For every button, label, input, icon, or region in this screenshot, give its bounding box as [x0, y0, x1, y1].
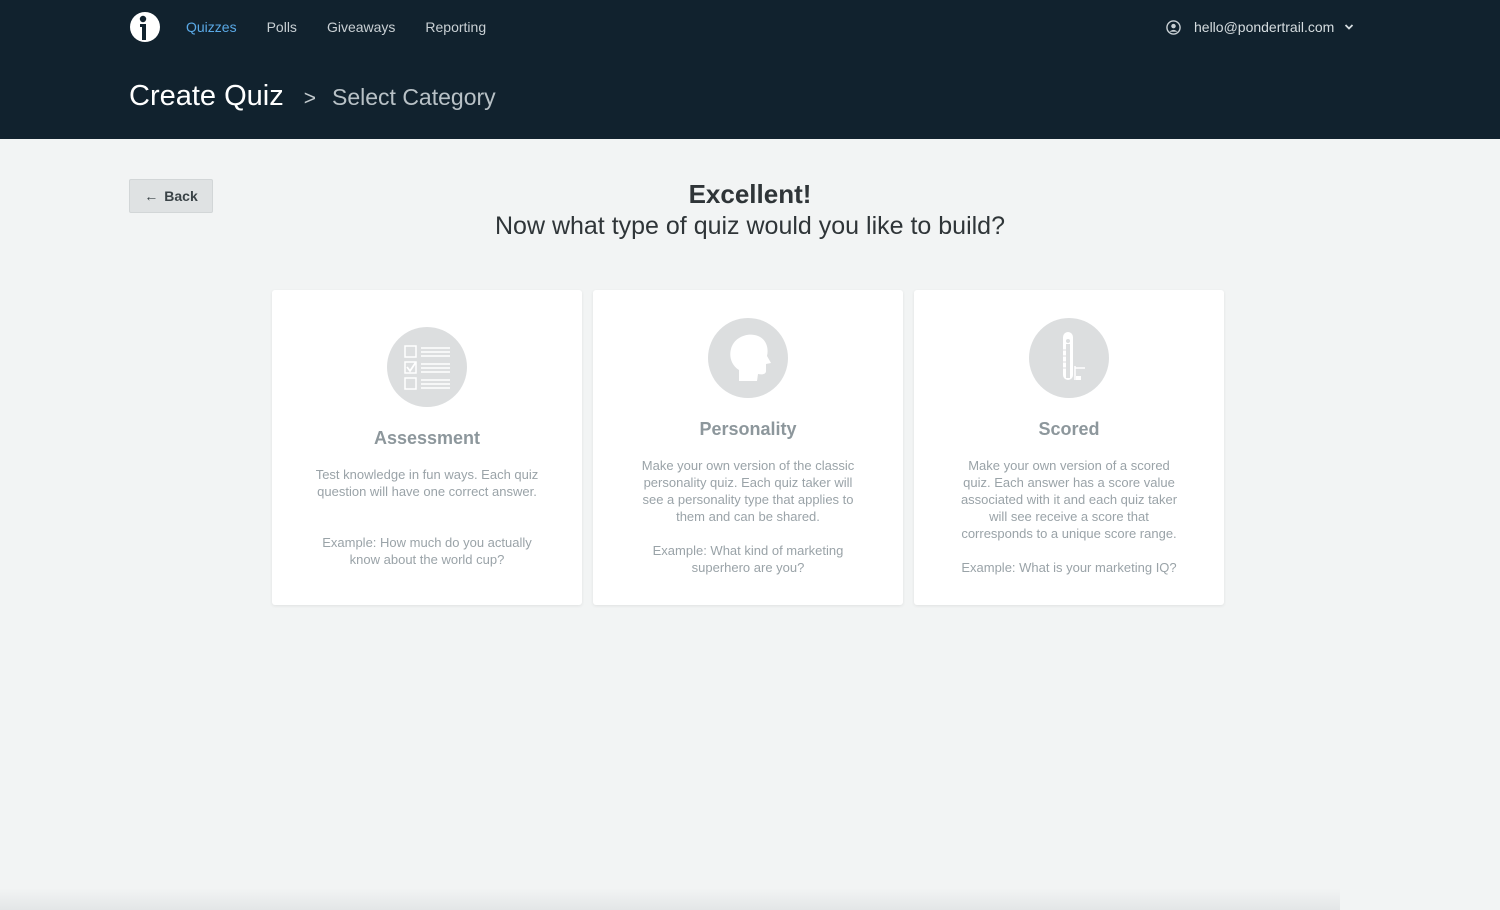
heading-subtitle: Now what type of quiz would you like to … — [494, 212, 1005, 240]
head-profile-icon — [708, 318, 788, 398]
horizontal-scrollbar[interactable] — [0, 888, 1340, 910]
checklist-icon — [387, 327, 467, 407]
top-header: Quizzes Polls Giveaways Reporting hello@… — [0, 0, 1500, 139]
user-icon — [1166, 19, 1181, 35]
chevron-down-icon — [1345, 24, 1354, 30]
breadcrumb-current: Select Category — [332, 84, 496, 110]
breadcrumb-title: Create Quiz — [129, 80, 284, 112]
heading-title: Excellent! — [688, 179, 812, 209]
card-example: Example: How much do you actually know a… — [322, 535, 532, 567]
nav-quizzes[interactable]: Quizzes — [186, 18, 237, 36]
card-example: Example: What kind of marketing superher… — [652, 543, 844, 575]
nav-reporting[interactable]: Reporting — [425, 18, 486, 36]
card-title: Scored — [1038, 419, 1100, 439]
card-title: Personality — [699, 419, 797, 439]
category-card-personality[interactable]: Personality Make your own version of the… — [593, 290, 903, 605]
page-heading: Excellent! Now what type of quiz would y… — [0, 178, 1500, 242]
thermometer-icon — [1029, 318, 1109, 398]
card-example: Example: What is your marketing IQ? — [961, 560, 1177, 575]
logo-icon[interactable] — [129, 10, 161, 44]
card-description: Make your own version of the classic per… — [641, 458, 855, 524]
user-menu[interactable]: hello@pondertrail.com — [1166, 19, 1354, 35]
category-card-scored[interactable]: Scored Make your own version of a scored… — [914, 290, 1224, 605]
card-description: Make your own version of a scored quiz. … — [960, 458, 1178, 541]
card-title: Assessment — [373, 428, 481, 448]
card-description: Test knowledge in fun ways. Each quiz qu… — [315, 467, 539, 499]
nav-polls[interactable]: Polls — [267, 18, 297, 36]
breadcrumb-separator: > — [303, 87, 316, 110]
nav-giveaways[interactable]: Giveaways — [327, 18, 395, 36]
main-nav: Quizzes Polls Giveaways Reporting — [186, 18, 486, 36]
category-card-assessment[interactable]: Assessment Test knowledge in fun ways. E… — [272, 290, 582, 605]
user-email: hello@pondertrail.com — [1194, 19, 1335, 35]
breadcrumb: Create Quiz > Select Category — [129, 80, 496, 113]
